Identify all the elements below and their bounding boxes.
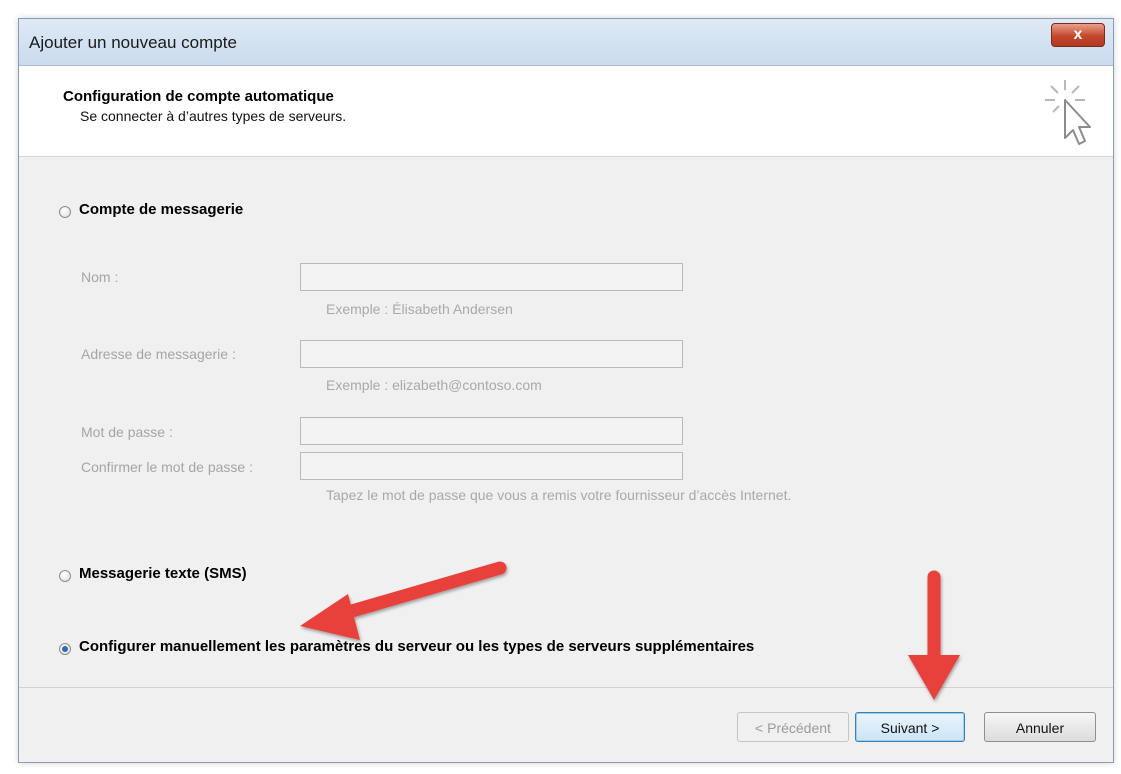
manual-config-label[interactable]: Configurer manuellement les paramètres d… [79,638,754,655]
next-button[interactable]: Suivant > [855,712,965,742]
header-subtitle: Se connecter à d’autres types de serveur… [80,108,347,124]
add-account-dialog: Ajouter un nouveau compte x Configuratio… [18,18,1114,763]
wizard-cursor-icon [1045,80,1091,145]
back-button[interactable]: < Précédent [737,712,849,742]
close-button[interactable]: x [1051,23,1105,47]
confirm-password-label: Confirmer le mot de passe : [81,459,253,475]
sms-label[interactable]: Messagerie texte (SMS) [79,565,247,582]
manual-config-radio[interactable] [59,643,71,655]
name-input[interactable] [300,263,683,291]
name-hint: Exemple : Élisabeth Andersen [326,301,513,317]
password-hint: Tapez le mot de passe que vous a remis v… [326,487,792,503]
cancel-button[interactable]: Annuler [984,712,1096,742]
confirm-password-input[interactable] [300,452,683,480]
email-label: Adresse de messagerie : [81,346,236,362]
password-label: Mot de passe : [81,424,173,440]
password-input[interactable] [300,417,683,445]
email-account-label[interactable]: Compte de messagerie [79,201,243,218]
email-account-radio[interactable] [59,206,71,218]
footer-separator [19,687,1113,688]
email-input[interactable] [300,340,683,368]
email-hint: Exemple : elizabeth@contoso.com [326,377,542,393]
wizard-header: Configuration de compte automatique Se c… [19,66,1113,157]
header-title: Configuration de compte automatique [63,88,334,105]
title-bar: Ajouter un nouveau compte x [19,19,1113,66]
window-title: Ajouter un nouveau compte [29,33,237,52]
sms-radio[interactable] [59,570,71,582]
name-label: Nom : [81,269,119,285]
